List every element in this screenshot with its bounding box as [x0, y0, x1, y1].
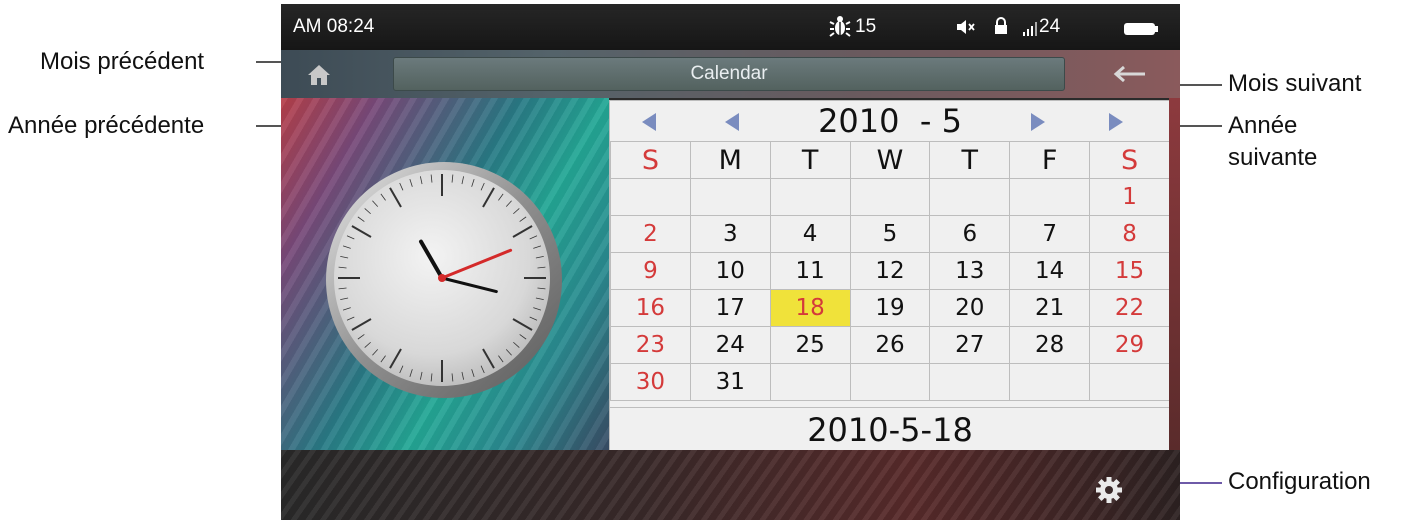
day-cell[interactable]: 9	[610, 252, 691, 290]
day-cell[interactable]: 3	[689, 215, 771, 253]
empty-day-cell	[1009, 363, 1091, 401]
weekday-label: S	[610, 141, 691, 179]
bottom-bar	[281, 450, 1180, 520]
day-cell[interactable]: 5	[849, 215, 931, 253]
annotation-next-month: Mois suivant	[1228, 70, 1362, 97]
weekday-label: M	[689, 141, 771, 179]
empty-day-cell	[1089, 363, 1170, 401]
annotation-prev-month: Mois précédent	[40, 48, 205, 75]
day-cell[interactable]: 20	[929, 289, 1011, 327]
annotation-next-year-1: Année	[1228, 112, 1298, 139]
day-cell[interactable]: 24	[689, 326, 771, 364]
analog-clock	[326, 162, 562, 398]
day-cell[interactable]: 21	[1009, 289, 1091, 327]
day-cell[interactable]: 22	[1089, 289, 1170, 327]
bug-icon	[829, 14, 851, 44]
week-row: 30 31	[610, 363, 1170, 401]
weekday-row: S M T W T F S	[610, 141, 1170, 179]
weekday-label: W	[849, 141, 931, 179]
title-bar: Calendar	[281, 50, 1180, 98]
day-cell[interactable]: 19	[849, 289, 931, 327]
status-bar: AM 08:24 15 24	[281, 4, 1180, 50]
clock-center-pin	[438, 274, 446, 282]
day-cell[interactable]: 16	[610, 289, 691, 327]
empty-day-cell	[689, 178, 771, 216]
day-cell[interactable]: 14	[1009, 252, 1091, 290]
empty-day-cell	[849, 178, 931, 216]
calendar-year-month: 2010 - 5	[818, 102, 962, 140]
signal-icon	[1023, 20, 1037, 42]
next-month-button[interactable]	[1031, 113, 1045, 131]
day-cell[interactable]: 15	[1089, 252, 1170, 290]
day-cell[interactable]: 1	[1089, 178, 1170, 216]
day-cell[interactable]: 13	[929, 252, 1011, 290]
day-cell[interactable]: 23	[610, 326, 691, 364]
annotation-settings: Configuration	[1228, 468, 1371, 495]
day-cell[interactable]: 31	[689, 363, 771, 401]
weekday-label: S	[1089, 141, 1170, 179]
clock-panel	[281, 98, 609, 450]
day-cell[interactable]: 25	[769, 326, 851, 364]
home-icon[interactable]	[307, 64, 331, 91]
back-arrow-icon[interactable]	[1113, 65, 1147, 88]
empty-day-cell	[769, 363, 851, 401]
empty-day-cell	[1009, 178, 1091, 216]
day-cell[interactable]: 27	[929, 326, 1011, 364]
day-cell[interactable]: 11	[769, 252, 851, 290]
calendar-header: 2010 - 5	[610, 101, 1170, 142]
day-cell[interactable]: 8	[1089, 215, 1170, 253]
week-row: 9 10 11 12 13 14 15	[610, 252, 1170, 290]
day-cell[interactable]: 4	[769, 215, 851, 253]
gear-icon[interactable]	[1095, 476, 1123, 509]
annotation-prev-year: Année précédente	[8, 112, 205, 139]
status-time: AM 08:24	[293, 16, 375, 37]
prev-year-button[interactable]	[642, 113, 656, 131]
annotation-next-year-2: suivante	[1228, 144, 1318, 171]
empty-day-cell	[769, 178, 851, 216]
day-cell[interactable]: 6	[929, 215, 1011, 253]
mute-icon	[955, 18, 975, 42]
day-cell[interactable]: 17	[689, 289, 771, 327]
day-cell[interactable]: 7	[1009, 215, 1091, 253]
weekday-label: T	[929, 141, 1011, 179]
day-cell[interactable]: 30	[610, 363, 691, 401]
signal-value: 24	[1039, 16, 1061, 37]
day-cell[interactable]: 12	[849, 252, 931, 290]
empty-day-cell	[849, 363, 931, 401]
week-row: 16 17 18 19 20 21 22	[610, 289, 1170, 327]
day-cell[interactable]: 2	[610, 215, 691, 253]
day-cell[interactable]: 28	[1009, 326, 1091, 364]
week-row: 23 24 25 26 27 28 29	[610, 326, 1170, 364]
day-cell-today[interactable]: 18	[769, 289, 851, 327]
day-cell[interactable]: 26	[849, 326, 931, 364]
battery-icon	[1123, 20, 1159, 42]
calendar-grid: S M T W T F S 1 2 3 4 5 6 7 8 9 10 11 12 13 14 15 16 17 1…	[610, 141, 1170, 401]
lock-icon	[993, 17, 1009, 41]
empty-day-cell	[929, 178, 1011, 216]
week-row: 2345678	[610, 215, 1170, 253]
empty-day-cell	[929, 363, 1011, 401]
empty-day-cell	[610, 178, 691, 216]
next-year-button[interactable]	[1109, 113, 1123, 131]
day-cell[interactable]: 29	[1089, 326, 1170, 364]
prev-month-button[interactable]	[725, 113, 739, 131]
day-cell[interactable]: 10	[689, 252, 771, 290]
calendar-widget: 2010 - 5 S M T W T F S 1 2 3 4 5 6 7 8 9 10 11 12 13…	[609, 100, 1171, 452]
page-title: Calendar	[393, 57, 1065, 91]
week-row: 1	[610, 178, 1170, 216]
weekday-label: T	[769, 141, 851, 179]
device-screen: AM 08:24 15 24 Calendar 2010 - 5 S M T W…	[281, 4, 1180, 520]
weekday-label: F	[1009, 141, 1091, 179]
bug-count: 15	[855, 16, 877, 37]
right-edge-strip	[1169, 98, 1180, 450]
selected-date: 2010-5-18	[610, 407, 1170, 452]
